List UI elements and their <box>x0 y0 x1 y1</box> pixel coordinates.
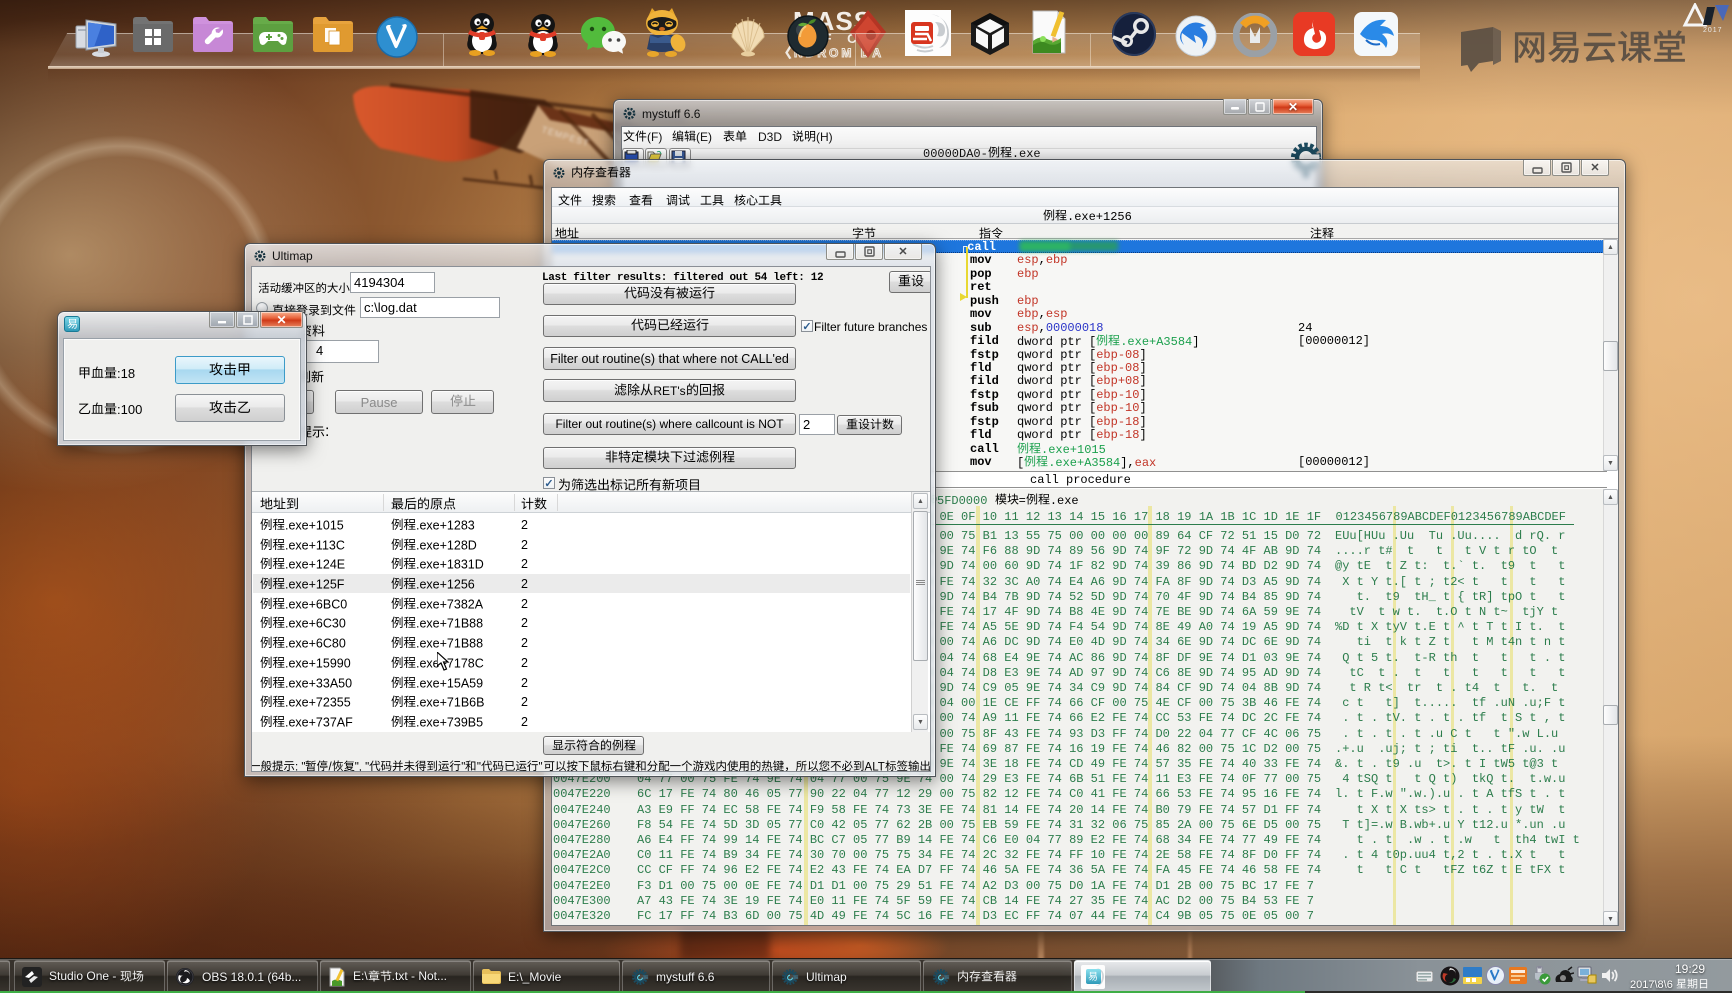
svg-text:2017: 2017 <box>1703 27 1723 33</box>
